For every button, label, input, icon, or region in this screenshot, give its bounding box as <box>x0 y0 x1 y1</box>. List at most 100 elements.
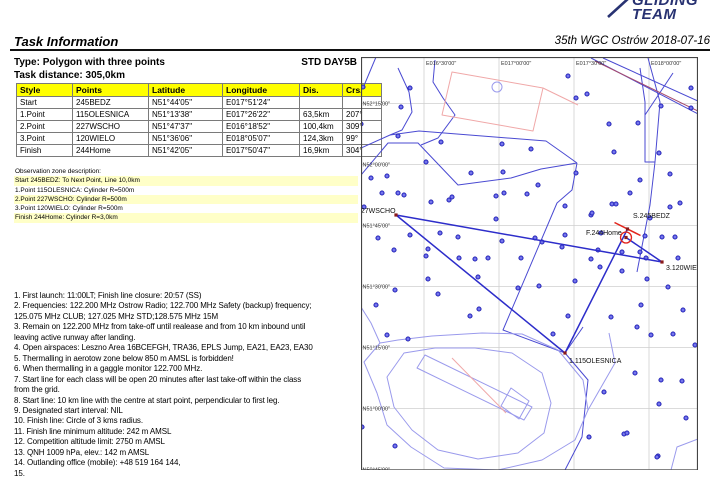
rule-line: 10. Finish line: Circle of 3 kms radius. <box>14 416 360 426</box>
airspace-boundary <box>361 307 380 343</box>
gliding-team-logo: GLIDING TEAM <box>598 0 718 27</box>
rules-list: 1. First launch: 11:00LT; Finish line cl… <box>14 291 360 479</box>
rule-line: 1. First launch: 11:00LT; Finish line cl… <box>14 291 360 301</box>
table-cell: N51°47'37" <box>149 121 223 133</box>
airspace-boundary <box>588 333 615 410</box>
rule-line: 7. Start line for each class will be ope… <box>14 375 360 385</box>
task-table: StylePointsLatitudeLongitudeDis.Crs.Star… <box>16 83 382 157</box>
table-cell: 227WSCHO <box>73 121 149 133</box>
observation-zone-line: Start 245BEDZ: To Next Point, Line 10,0k… <box>14 176 358 185</box>
waypoint-label: 3.120WIELO <box>666 265 698 272</box>
task-distance: Task distance: 305,0km <box>14 70 125 81</box>
rule-line: 125.075 MHz CLUB; 127.025 MHz STD;128.57… <box>14 312 360 322</box>
logo-text-line2: TEAM <box>632 6 677 23</box>
table-cell: 120WIELO <box>73 133 149 145</box>
lat-grid-label: N51°00'00" <box>363 406 391 412</box>
table-cell: 115OLESNICA <box>73 109 149 121</box>
rule-line: 13. QNH 1009 hPa, elev.: 142 m AMSL <box>14 448 360 458</box>
observation-zone-block: Observation zone description: Start 245B… <box>14 167 358 223</box>
lat-grid-label: N51°30'00" <box>363 284 391 290</box>
airspace-boundary <box>363 57 376 88</box>
rule-line: 11. Finish line minimum altitude: 242 m … <box>14 427 360 437</box>
rule-line: from the grid. <box>14 385 360 395</box>
lon-grid-label: E016°30'00" <box>426 61 456 67</box>
airspace-boundary <box>503 163 577 353</box>
lon-grid-label: E017°30'00" <box>576 61 606 67</box>
table-cell: E017°51'24" <box>223 97 300 109</box>
rule-line: 14. Outlanding office (mobile): +48 519 … <box>14 458 360 468</box>
table-cell: 1.Point <box>17 109 73 121</box>
airspace-boundary <box>390 68 412 135</box>
table-cell: 63,5km <box>300 109 343 121</box>
rule-line: 3. Remain on 122.200 MHz from take-off u… <box>14 322 360 332</box>
table-row: 3.Point120WIELON51°36'06"E018°05'07"124,… <box>17 133 382 145</box>
airspace-boundary <box>364 333 588 470</box>
rule-line: 6. When thermalling in a gaggle monitor … <box>14 364 360 374</box>
day-label: STD DAY5B <box>301 57 357 68</box>
airspace-boundary <box>640 68 655 162</box>
contest-header: 35th WGC Ostrów 2018-07-16 <box>555 35 710 47</box>
airspace-boundary <box>543 88 578 105</box>
lat-grid-label: N51°45'00" <box>363 223 391 229</box>
airspace-boundary <box>452 358 506 413</box>
table-cell: Start <box>17 97 73 109</box>
airspace-boundary <box>603 58 698 102</box>
rule-line: 9. Designated start interval: NIL <box>14 406 360 416</box>
task-type-line: Type: Polygon with three points STD DAY5… <box>14 57 357 68</box>
table-cell: E016°18'52" <box>223 121 300 133</box>
rule-line: 12. Competition altitude limit: 2750 m A… <box>14 437 360 447</box>
table-row: 1.Point115OLESNICAN51°13'38"E017°26'22"6… <box>17 109 382 121</box>
table-cell: 124,3km <box>300 133 343 145</box>
table-cell: 245BEDZ <box>73 97 149 109</box>
lat-grid-label: N52°00'00" <box>363 162 391 168</box>
task-map: S.245BEDZ F.244Home 1.115OLESNICA 227WSCHO 3… <box>361 57 698 470</box>
table-cell: 244Home <box>73 145 149 157</box>
lat-grid-label: N52°15'00" <box>363 101 391 107</box>
waypoint-label: S.245BEDZ <box>633 213 671 220</box>
lon-grid-label: E017°00'00" <box>501 61 531 67</box>
airspace-boundary <box>361 143 577 185</box>
lon-grid-label: E018°00'00" <box>651 61 681 67</box>
table-cell: N51°42'05" <box>149 145 223 157</box>
table-cell: N51°36'06" <box>149 133 223 145</box>
table-row: Start245BEDZN51°44'05"E017°51'24" <box>17 97 382 109</box>
observation-zone-line: 2.Point 227WSCHO: Cylinder R=500m <box>14 195 358 204</box>
table-cell <box>300 97 343 109</box>
glider-icon <box>598 0 632 25</box>
observation-zone-title: Observation zone description: <box>14 167 358 176</box>
waypoint-label: F.244Home <box>586 230 622 237</box>
header-rule <box>10 49 710 51</box>
rule-line: leaving active runway after landing. <box>14 333 360 343</box>
table-cell: 100,4km <box>300 121 343 133</box>
task-type: Type: Polygon with three points <box>14 57 165 68</box>
table-cell: N51°44'05" <box>149 97 223 109</box>
airspace-boundary <box>387 348 551 459</box>
observation-zone-line: Finish 244Home: Cylinder R=3,0km <box>14 213 358 222</box>
airspace-boundary <box>417 355 532 420</box>
rule-line: 2. Frequencies: 122.200 MHz Ostrow Radio… <box>14 301 360 311</box>
column-header: Dis. <box>300 84 343 97</box>
table-header-row: StylePointsLatitudeLongitudeDis.Crs. <box>17 84 382 97</box>
column-header: Points <box>73 84 149 97</box>
table-cell: Finish <box>17 145 73 157</box>
airspace-boundary <box>565 327 588 470</box>
table-cell: E017°26'22" <box>223 109 300 121</box>
waypoint-label: 1.115OLESNICA <box>569 358 622 365</box>
airspace-boundary <box>671 439 698 470</box>
rule-line: 8. Start line: 10 km line with the centr… <box>14 396 360 406</box>
observation-zone-line: 3.Point 120WIELO: Cylinder R=500m <box>14 204 358 213</box>
airspace-boundary <box>361 131 577 163</box>
waypoint-label: 227WSCHO <box>361 208 396 215</box>
column-header: Style <box>17 84 73 97</box>
table-cell: 16,9km <box>300 145 343 157</box>
task-sheet-page: { "header": { "title": "Task Information… <box>0 0 720 470</box>
map-canvas: S.245BEDZ F.244Home 1.115OLESNICA 227WSCHO 3… <box>361 57 698 470</box>
column-header: Latitude <box>149 84 223 97</box>
observation-zone-line: 1.Point 115OLESNICA: Cylinder R=500m <box>14 186 358 195</box>
airspace-boundary <box>442 72 543 131</box>
rule-line: 5. Thermalling in aerotow zone below 850… <box>14 354 360 364</box>
lat-grid-label: N51°15'00" <box>363 345 391 351</box>
table-cell: 2.Point <box>17 121 73 133</box>
table-row: Finish244HomeN51°42'05"E017°50'47"16,9km… <box>17 145 382 157</box>
airspace-boundary <box>595 61 698 112</box>
